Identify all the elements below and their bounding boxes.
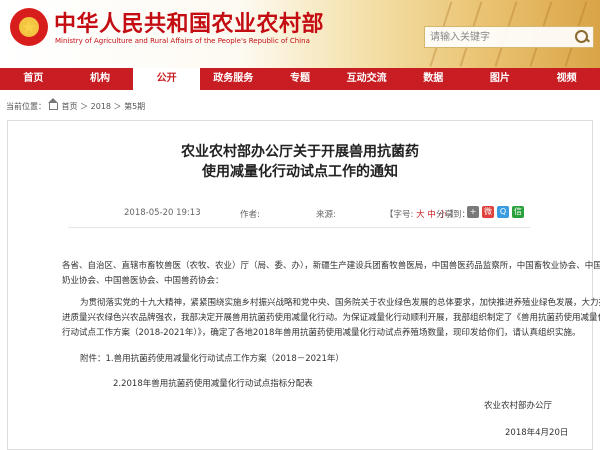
addressee-text: 奶业协会、中国兽医协会、中国兽药协会： — [62, 276, 224, 286]
wechat-icon[interactable]: 信 — [512, 206, 524, 218]
font-medium-button[interactable]: 中 — [427, 210, 436, 220]
site-title[interactable]: 中华人民共和国农业农村部 — [54, 6, 324, 38]
breadcrumb-home[interactable]: 首页 — [62, 102, 78, 111]
attachment-item[interactable]: 附件：1.兽用抗菌药使用减量化行动试点工作方案（2018－2021年） — [80, 353, 344, 365]
home-icon — [48, 98, 58, 110]
font-large-button[interactable]: 大 — [416, 210, 425, 220]
attachment-item[interactable]: 2.2018年兽用抗菌药使用减量化行动试点指标分配表 — [113, 378, 313, 390]
search-box — [424, 26, 594, 48]
search-input[interactable] — [425, 27, 571, 47]
national-emblem-icon[interactable]: ★ — [10, 8, 48, 46]
article-author-label: 作者: — [240, 210, 260, 220]
article-date: 2018-05-20 19:13 — [124, 208, 201, 218]
nav-item-interaction[interactable]: 互动交流 — [333, 68, 400, 90]
site-header: ★ 中华人民共和国农业农村部 Ministry of Agriculture a… — [0, 0, 600, 68]
font-size-label: 【字号: — [385, 210, 414, 220]
addressee-text: 各省、自治区、直辖市畜牧兽医（农牧、农业）厅（局、委、办），新疆生产建设兵团畜牧… — [62, 261, 600, 271]
signature-date: 2018年4月20日 — [505, 428, 569, 438]
nav-item-video[interactable]: 视频 — [533, 68, 600, 90]
weibo-icon[interactable]: 微 — [482, 206, 494, 218]
article-title-line: 农业农村部办公厅关于开展兽用抗菌药 — [181, 144, 419, 160]
qzone-icon[interactable]: Q — [497, 206, 509, 218]
signature: 农业农村部办公厅 — [484, 401, 553, 411]
main-nav: 首页 机构 公开 政务服务 专题 互动交流 数据 图片 视频 — [0, 68, 600, 90]
breadcrumb-prefix: 当前位置： — [6, 102, 46, 111]
nav-item-home[interactable]: 首页 — [0, 68, 67, 90]
breadcrumb: 当前位置： 首页 ＞ 2018 ＞ 第5期 — [6, 98, 145, 112]
nav-item-services[interactable]: 政务服务 — [200, 68, 267, 90]
breadcrumb-separator: ＞ — [113, 102, 122, 111]
nav-item-organization[interactable]: 机构 — [67, 68, 134, 90]
body-paragraph: 行动试点工作方案（2018-2021年）》，确定了各地2018年兽用抗菌药使用减… — [62, 328, 581, 338]
search-icon[interactable] — [574, 29, 590, 45]
share-more-icon[interactable]: + — [467, 206, 479, 218]
breadcrumb-separator: ＞ — [80, 102, 89, 111]
article-title-line: 使用减量化行动试点工作的通知 — [202, 164, 398, 180]
meta-divider — [68, 227, 530, 228]
share-icons: + 微 Q 信 — [467, 206, 524, 218]
article-title: 农业农村部办公厅关于开展兽用抗菌药 使用减量化行动试点工作的通知 — [0, 142, 600, 182]
share-label: 分享到： — [436, 210, 471, 220]
body-paragraph: 为贯彻落实党的十九大精神，紧紧围绕实施乡村振兴战略和党中央、国务院关于农业绿色发… — [80, 298, 600, 308]
article-source-label: 来源: — [316, 210, 336, 220]
nav-item-topics[interactable]: 专题 — [267, 68, 334, 90]
body-paragraph: 进质量兴农绿色兴农品牌强农，我部决定开展兽用抗菌药使用减量化行动。为保证减量化行… — [62, 313, 600, 323]
site-subtitle: Ministry of Agriculture and Rural Affair… — [55, 37, 310, 45]
nav-item-data[interactable]: 数据 — [400, 68, 467, 90]
nav-item-public[interactable]: 公开 — [133, 68, 200, 90]
breadcrumb-issue[interactable]: 第5期 — [124, 102, 145, 111]
nav-item-images[interactable]: 图片 — [467, 68, 534, 90]
breadcrumb-year[interactable]: 2018 — [91, 102, 111, 111]
